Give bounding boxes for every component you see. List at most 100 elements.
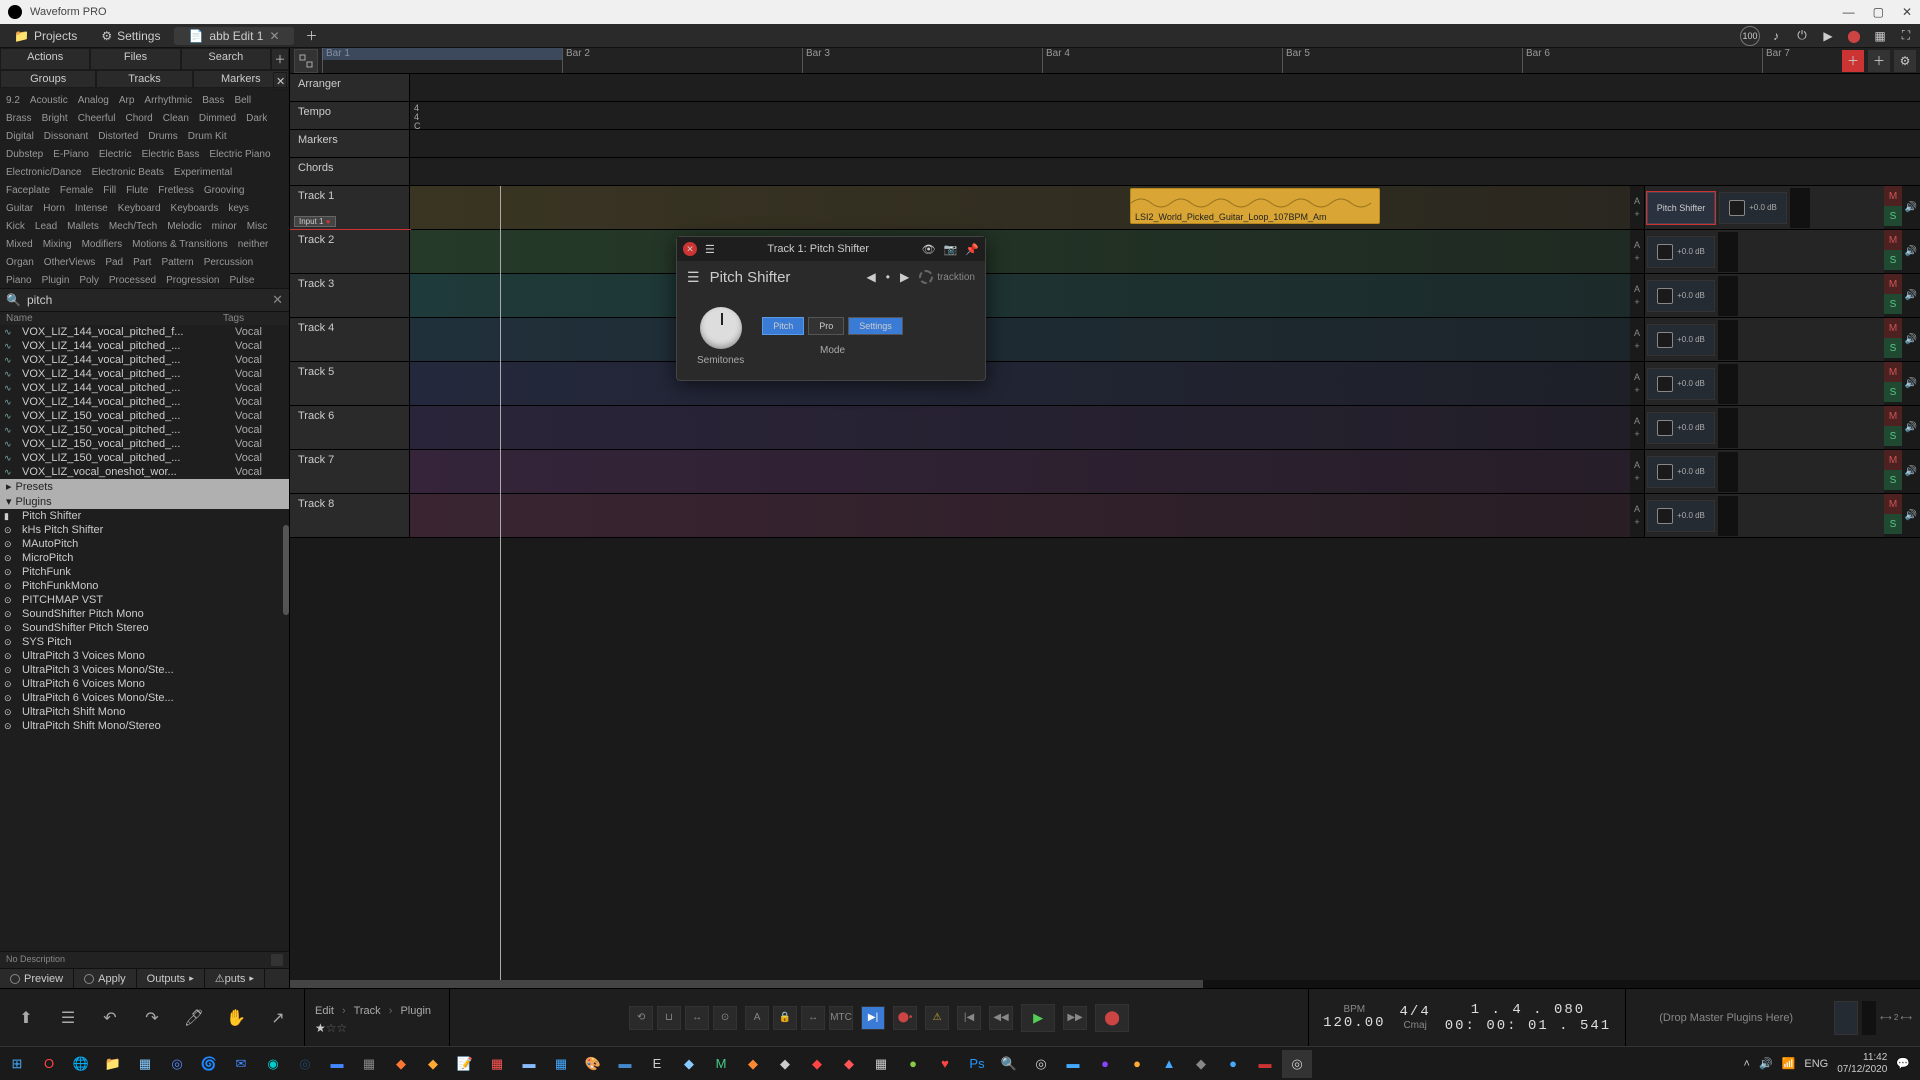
tag-item[interactable]: Misc <box>247 218 268 236</box>
add-menu-button[interactable]: ＋ <box>1868 50 1890 72</box>
tag-item[interactable]: Lead <box>35 218 57 236</box>
add-plugin-button[interactable]: + <box>1634 385 1639 395</box>
file-row[interactable]: ∿VOX_LIZ_144_vocal_pitched_...Vocal <box>0 367 289 381</box>
tag-item[interactable]: Electric <box>99 146 132 164</box>
tag-item[interactable]: Mixing <box>43 236 72 254</box>
inputs-button[interactable]: ⚠puts▸ <box>205 969 265 988</box>
taskbar-app9[interactable]: ▬ <box>514 1050 544 1078</box>
track-lane[interactable] <box>410 274 1630 317</box>
solo-button[interactable]: S <box>1884 338 1902 358</box>
tag-item[interactable]: Chord <box>126 110 153 128</box>
solo-button[interactable]: S <box>1884 470 1902 490</box>
plugin-row[interactable]: ⊙UltraPitch 6 Voices Mono/Ste... <box>0 691 289 705</box>
scrollbar-thumb[interactable] <box>283 525 289 615</box>
loop-region[interactable] <box>322 48 562 60</box>
tag-item[interactable]: OtherViews <box>44 254 96 272</box>
taskbar-chrome[interactable]: 🌐 <box>66 1050 96 1078</box>
mode-settings-button[interactable]: Settings <box>848 317 903 335</box>
global-track-body[interactable] <box>410 130 1920 157</box>
taskbar-app22[interactable]: ▬ <box>1058 1050 1088 1078</box>
speaker-icon[interactable]: 🔊 <box>1902 450 1920 493</box>
maximize-button[interactable]: ▢ <box>1873 5 1884 19</box>
tag-item[interactable]: Intense <box>75 200 108 218</box>
record-indicator-icon[interactable]: ⬤ <box>1844 26 1864 46</box>
tag-item[interactable]: Electronic Beats <box>92 164 164 182</box>
plugin-row[interactable]: ⊙SoundShifter Pitch Stereo <box>0 621 289 635</box>
tag-item[interactable]: Brass <box>6 110 32 128</box>
plugin-prev-preset[interactable]: ◀ <box>867 270 876 284</box>
taskbar-waveform[interactable]: ◎ <box>1282 1050 1312 1078</box>
add-plugin-button[interactable]: + <box>1634 341 1639 351</box>
taskbar-app25[interactable]: ▲ <box>1154 1050 1184 1078</box>
taskbar-photoshop[interactable]: Ps <box>962 1050 992 1078</box>
tag-item[interactable]: Acoustic <box>30 92 68 110</box>
sidebar-tab-files[interactable]: Files <box>90 48 180 70</box>
speaker-icon[interactable]: 🔊 <box>1902 406 1920 449</box>
export-button[interactable]: ⬆ <box>12 1004 40 1032</box>
plugin-row[interactable]: ⊙PitchFunkMono <box>0 579 289 593</box>
speaker-icon[interactable]: 🔊 <box>1902 318 1920 361</box>
taskbar-app24[interactable]: ● <box>1122 1050 1152 1078</box>
plugin-row[interactable]: ⊙PITCHMAP VST <box>0 593 289 607</box>
tag-item[interactable]: Arrhythmic <box>144 92 192 110</box>
loop-button[interactable]: ⟲ <box>629 1006 653 1030</box>
tag-item[interactable]: Mallets <box>67 218 99 236</box>
settings-menu[interactable]: ⚙ Settings <box>91 27 170 45</box>
global-track-body[interactable]: 44C <box>410 102 1920 129</box>
plugin-row[interactable]: ⊙UltraPitch 6 Voices Mono <box>0 677 289 691</box>
add-plugin-button[interactable]: + <box>1634 253 1639 263</box>
volume-slot[interactable]: +0.0 dB <box>1647 500 1715 532</box>
add-tab-button[interactable]: ＋ <box>298 25 326 46</box>
mtc-button[interactable]: ↔ <box>801 1006 825 1030</box>
sidebar-tab-actions[interactable]: Actions <box>0 48 90 70</box>
add-plugin-button[interactable]: + <box>1634 473 1639 483</box>
plugin-row[interactable]: ⊙MAutoPitch <box>0 537 289 551</box>
sidebar-close-button[interactable]: ✕ <box>273 72 287 91</box>
mode-pro-button[interactable]: Pro <box>808 317 844 335</box>
tray-wifi-icon[interactable]: 📶 <box>1782 1057 1796 1070</box>
plugin-slot[interactable]: Pitch Shifter <box>1647 192 1715 224</box>
taskbar-app26[interactable]: ◆ <box>1186 1050 1216 1078</box>
tag-item[interactable]: Experimental <box>174 164 232 182</box>
track-lane[interactable] <box>410 318 1630 361</box>
mute-button[interactable]: M <box>1884 494 1902 514</box>
taskbar-app5[interactable]: ▦ <box>354 1050 384 1078</box>
mute-button[interactable]: M <box>1884 318 1902 338</box>
tag-item[interactable]: Pulse <box>229 272 254 288</box>
volume-slot[interactable]: +0.0 dB <box>1647 280 1715 312</box>
tag-item[interactable]: Digital <box>6 128 34 146</box>
plugin-pin-icon[interactable]: 📌 <box>965 243 979 256</box>
close-button[interactable]: ✕ <box>1902 5 1912 19</box>
breadcrumb-edit[interactable]: Edit <box>315 1005 334 1017</box>
tag-item[interactable]: Flute <box>126 182 148 200</box>
projects-menu[interactable]: 📁 Projects <box>4 27 87 45</box>
semitones-knob[interactable] <box>700 307 742 349</box>
track-header[interactable]: Track 6 <box>290 406 410 449</box>
tab-close-icon[interactable]: ✕ <box>269 29 279 43</box>
speaker-icon[interactable]: 🔊 <box>1902 274 1920 317</box>
play-indicator-icon[interactable]: ▶ <box>1818 26 1838 46</box>
track-lane[interactable] <box>410 406 1630 449</box>
search-input[interactable] <box>27 293 272 307</box>
taskbar-app23[interactable]: ● <box>1090 1050 1120 1078</box>
settings-cog-button[interactable]: ⚙ <box>1894 50 1916 72</box>
taskbar-app21[interactable]: 🔍 <box>994 1050 1024 1078</box>
tag-item[interactable]: Melodic <box>167 218 201 236</box>
track-lane[interactable] <box>410 230 1630 273</box>
tag-item[interactable]: minor <box>212 218 237 236</box>
click-button[interactable]: ↔ <box>685 1006 709 1030</box>
tray-chevron-icon[interactable]: ˄ <box>1744 1058 1750 1070</box>
input-selector[interactable]: Input 1 ● <box>294 216 336 227</box>
menu-button[interactable]: ☰ <box>54 1004 82 1032</box>
tag-item[interactable]: Organ <box>6 254 34 272</box>
apply-button[interactable]: Apply <box>74 969 137 988</box>
taskbar-obs[interactable]: ◎ <box>1026 1050 1056 1078</box>
plugin-close-button[interactable]: ✕ <box>683 242 697 256</box>
tray-sound-icon[interactable]: 🔊 <box>1759 1057 1773 1070</box>
arrange-view-button[interactable] <box>294 49 318 73</box>
tag-item[interactable]: Mixed <box>6 236 33 254</box>
plugin-row[interactable]: ⊙UltraPitch 3 Voices Mono <box>0 649 289 663</box>
solo-button[interactable]: S <box>1884 250 1902 270</box>
sidebar-add-button[interactable]: ＋ <box>271 48 289 70</box>
plugin-row[interactable]: ⊙PitchFunk <box>0 565 289 579</box>
